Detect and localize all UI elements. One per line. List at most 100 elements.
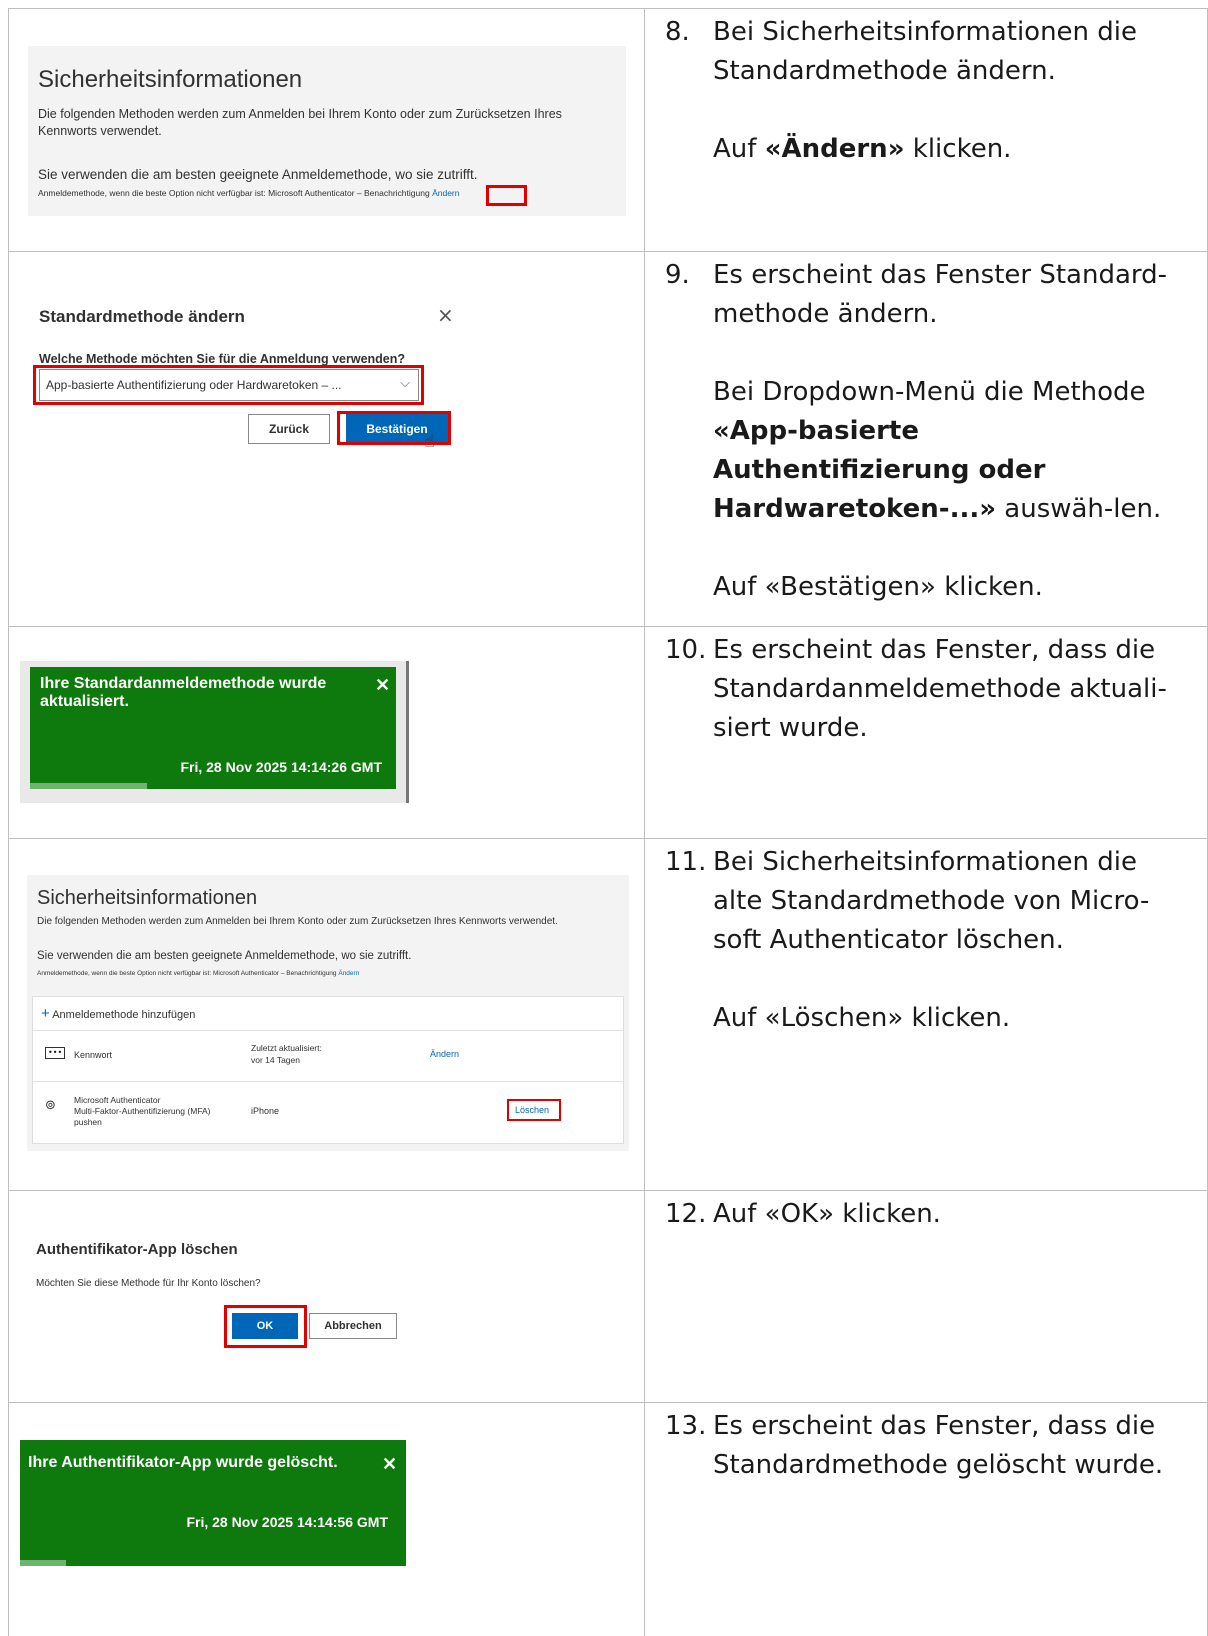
screenshot-cell: Ihre Authentifikator-App wurde gelöscht.…: [8, 1403, 671, 1636]
dialog-question: Möchten Sie diese Methode für Ihr Konto …: [36, 1278, 261, 1289]
method-detail: Zuletzt aktualisiert:: [251, 1043, 322, 1053]
toast-frame: Ihre Standardanmeldemethode wurde aktual…: [20, 661, 409, 803]
instruction-cell: 11. Bei Sicherheitsinformationen die alt…: [645, 839, 1181, 1190]
add-method-row[interactable]: + Anmeldemethode hinzufügen: [41, 1005, 195, 1022]
back-button[interactable]: Zurück: [248, 414, 330, 444]
security-info-panel: Sicherheitsinformationen Die folgenden M…: [28, 46, 626, 216]
step-confirm-instruction: Auf «Bestätigen» klicken.: [713, 572, 1043, 602]
action-prefix: Auf: [713, 134, 765, 164]
change-method-dialog: Standardmethode ändern × Welche Methode …: [22, 287, 470, 467]
instruction-cell: 13. Es erscheint das Fenster, dass die S…: [645, 1403, 1181, 1636]
instruction-cell: 8. Bei Sicherheitsinformationen die Stan…: [645, 9, 1181, 251]
step-number: 12.: [665, 1199, 707, 1229]
step-description: Auf «OK» klicken.: [713, 1199, 941, 1229]
change-link[interactable]: Ändern: [338, 970, 359, 977]
step-text: Auf «OK» klicken.: [713, 1195, 1171, 1234]
highlight-select: [33, 365, 424, 405]
best-method-text: Sie verwenden die am besten geeignete An…: [38, 167, 478, 182]
step-description-line-1: Es erscheint das Fenster Standard-: [713, 260, 1168, 290]
method-sub-1: Multi-Faktor-Authentifizierung (MFA): [74, 1106, 211, 1116]
step-description: Bei Sicherheitsinformationen die Standar…: [713, 17, 1138, 86]
page-title: Sicherheitsinformationen: [37, 887, 258, 909]
instruction-cell: 10. Es erscheint das Fenster, dass die S…: [645, 627, 1181, 838]
method-name: Microsoft Authenticator: [74, 1095, 161, 1105]
method-row-authenticator: ⊚ Microsoft Authenticator Multi-Faktor-A…: [33, 1082, 623, 1142]
step-number: 11.: [665, 847, 707, 877]
cursor-hand-icon: ☝: [424, 431, 435, 452]
page-description: Die folgenden Methoden werden zum Anmeld…: [37, 916, 558, 927]
screenshot-cell: Sicherheitsinformationen Die folgenden M…: [8, 839, 671, 1190]
step-text: Bei Sicherheitsinformationen die Standar…: [713, 13, 1171, 169]
toast-timestamp: Fri, 28 Nov 2025 14:14:26 GMT: [180, 759, 382, 775]
screenshot-cell: Standardmethode ändern × Welche Methode …: [8, 252, 671, 626]
step-number: 8.: [665, 17, 690, 47]
method-row-password: ••• Kennwort Zuletzt aktualisiert: vor 1…: [33, 1031, 623, 1081]
screenshot-cell: Authentifikator-App löschen Möchten Sie …: [8, 1191, 671, 1402]
step-number: 13.: [665, 1411, 707, 1441]
action-suffix: klicken.: [904, 134, 1012, 164]
fallback-text: Anmeldemethode, wenn die beste Option ni…: [38, 188, 460, 198]
add-method-label: Anmeldemethode hinzufügen: [52, 1009, 196, 1021]
fallback-label: Anmeldemethode, wenn die beste Option ni…: [38, 188, 430, 198]
method-name: Kennwort: [74, 1050, 113, 1060]
step-row-12: Authentifikator-App löschen Möchten Sie …: [8, 1190, 1208, 1402]
instruction-cell: 9. Es erscheint das Fenster Standard- me…: [645, 252, 1181, 626]
success-toast: Ihre Standardanmeldemethode wurde aktual…: [30, 667, 396, 789]
cancel-button[interactable]: Abbrechen: [309, 1313, 397, 1339]
toast-progress-bar: [30, 783, 148, 789]
best-method-text: Sie verwenden die am besten geeignete An…: [37, 950, 412, 962]
methods-card: + Anmeldemethode hinzufügen ••• Kennwort…: [32, 996, 624, 1144]
dialog-question: Welche Methode möchten Sie für die Anmel…: [39, 352, 406, 366]
close-icon[interactable]: ✕: [382, 1454, 397, 1475]
step-row-10: Ihre Standardanmeldemethode wurde aktual…: [8, 626, 1208, 838]
method-sub-2: pushen: [74, 1117, 102, 1127]
step-description-line-2: methode ändern.: [713, 299, 938, 329]
step-number: 10.: [665, 635, 707, 665]
page-title: Sicherheitsinformationen: [38, 66, 303, 93]
step-action: Auf «Ändern» klicken.: [713, 130, 1171, 169]
page-description: Die folgenden Methoden werden zum Anmeld…: [38, 107, 562, 138]
step-row-9: Standardmethode ändern × Welche Methode …: [8, 251, 1208, 626]
delete-app-dialog: Authentifikator-App löschen Möchten Sie …: [26, 1211, 416, 1373]
step-action: Auf «Löschen» klicken.: [713, 1003, 1011, 1033]
step-text: Es erscheint das Fenster, dass die Stand…: [713, 1407, 1171, 1485]
security-info-panel: Sicherheitsinformationen Die folgenden M…: [27, 875, 629, 1151]
step-description: Es erscheint das Fenster, dass die Stand…: [713, 635, 1167, 743]
toast-message: Ihre Authentifikator-App wurde gelöscht.: [28, 1454, 338, 1471]
step-row-8: Sicherheitsinformationen Die folgenden M…: [8, 8, 1208, 251]
fallback-label: Anmeldemethode, wenn die beste Option ni…: [37, 970, 337, 977]
action-prefix: Bei Dropdown-Menü die Methode: [713, 377, 1146, 407]
close-icon[interactable]: ✕: [375, 675, 390, 696]
dialog-title: Standardmethode ändern: [39, 307, 245, 326]
change-link[interactable]: Ändern: [432, 188, 459, 198]
step-action: Bei Dropdown-Menü die Methode «App-basie…: [713, 373, 1171, 529]
close-icon[interactable]: ×: [437, 303, 454, 327]
instruction-table: Sicherheitsinformationen Die folgenden M…: [8, 8, 1208, 1636]
dialog-title: Authentifikator-App löschen: [36, 1241, 238, 1258]
step-description: Es erscheint das Fenster, dass die Stand…: [713, 1411, 1164, 1480]
plus-icon: +: [41, 1005, 50, 1022]
toast-progress-bar: [20, 1560, 67, 1566]
step-row-13: Ihre Authentifikator-App wurde gelöscht.…: [8, 1402, 1208, 1636]
toast-message: Ihre Standardanmeldemethode wurde aktual…: [40, 675, 327, 710]
password-icon: •••: [45, 1047, 66, 1059]
highlight-delete: [507, 1099, 561, 1121]
step-description: Bei Sicherheitsinformationen die alte St…: [713, 847, 1150, 955]
step-row-11: Sicherheitsinformationen Die folgenden M…: [8, 838, 1208, 1190]
screenshot-cell: Ihre Standardanmeldemethode wurde aktual…: [8, 627, 671, 838]
action-bold: «Ändern»: [764, 134, 905, 164]
table-left-border: [8, 8, 9, 1636]
fallback-text: Anmeldemethode, wenn die beste Option ni…: [37, 970, 359, 977]
device-name: iPhone: [251, 1106, 280, 1116]
instruction-cell: 12. Auf «OK» klicken.: [645, 1191, 1181, 1402]
step-number: 9.: [665, 260, 690, 290]
highlight-ok: [224, 1305, 307, 1348]
action-suffix: auswäh-len.: [996, 494, 1162, 524]
change-password-link[interactable]: Ändern: [430, 1049, 459, 1059]
screenshot-cell: Sicherheitsinformationen Die folgenden M…: [8, 9, 671, 251]
step-text: Es erscheint das Fenster, dass die Stand…: [713, 631, 1171, 748]
step-text: Es erscheint das Fenster Standard- metho…: [713, 256, 1171, 607]
delete-success-toast: Ihre Authentifikator-App wurde gelöscht.…: [20, 1440, 406, 1566]
highlight-change-link: [486, 185, 527, 206]
toast-timestamp: Fri, 28 Nov 2025 14:14:56 GMT: [186, 1514, 388, 1530]
